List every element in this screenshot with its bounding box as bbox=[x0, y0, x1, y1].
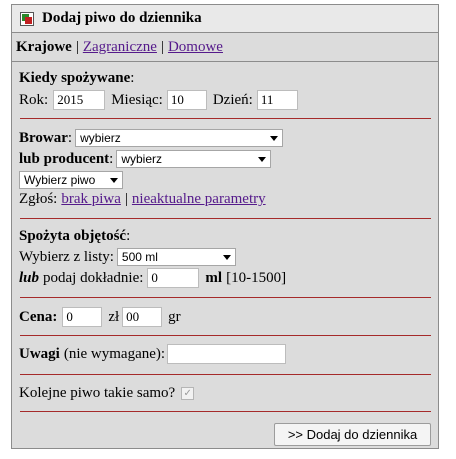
brewery-select[interactable]: wybierz bbox=[75, 129, 284, 147]
chevron-down-icon bbox=[222, 254, 231, 260]
notes-label: Uwagi bbox=[19, 345, 60, 362]
volume-exact-label: podaj dokładnie: bbox=[43, 269, 144, 286]
year-label: Rok: bbox=[19, 91, 49, 108]
repeat-checkbox[interactable]: ✓ bbox=[181, 387, 195, 400]
report-outdated-params-link[interactable]: nieaktualne parametry bbox=[132, 191, 266, 208]
year-input[interactable] bbox=[53, 90, 106, 110]
volume-heading-colon: : bbox=[126, 228, 131, 244]
report-label: Zgłoś: bbox=[19, 191, 58, 207]
chevron-down-icon bbox=[258, 156, 267, 162]
add-beer-icon bbox=[20, 11, 34, 26]
producer-label: lub producent bbox=[19, 150, 110, 167]
tab-domowe[interactable]: Domowe bbox=[168, 39, 223, 56]
notes-input[interactable] bbox=[167, 344, 287, 364]
beer-select[interactable]: Wybierz piwo bbox=[19, 171, 123, 189]
repeat-row: Kolejne piwo takie samo? ✓ bbox=[19, 385, 195, 402]
report-separator: | bbox=[124, 191, 128, 207]
add-to-diary-button[interactable]: >> Dodaj do dziennika bbox=[274, 423, 431, 446]
section-divider bbox=[20, 218, 431, 219]
month-label: Miesiąc: bbox=[111, 91, 163, 108]
day-input[interactable] bbox=[256, 90, 298, 110]
notes-hint: (nie wymagane): bbox=[63, 345, 166, 362]
price-gr-unit: gr bbox=[168, 308, 181, 325]
chevron-down-icon bbox=[270, 135, 279, 141]
price-label: Cena: bbox=[19, 308, 58, 325]
volume-list-label: Wybierz z listy: bbox=[19, 248, 114, 265]
price-zl-unit: zł bbox=[108, 308, 120, 325]
price-row: Cena: zł gr bbox=[19, 307, 181, 327]
repeat-label: Kolejne piwo takie samo? bbox=[19, 385, 176, 401]
producer-row: lub producent: wybierz bbox=[19, 150, 272, 168]
dialog-titlebar: Dodaj piwo do dziennika bbox=[12, 5, 438, 33]
producer-select-value: wybierz bbox=[121, 152, 163, 166]
brewery-row: Browar: wybierz bbox=[19, 129, 284, 147]
origin-tabs: Krajowe | Zagraniczne | Domowe bbox=[12, 33, 438, 62]
section-divider bbox=[20, 118, 431, 119]
volume-list-row: Wybierz z listy: 500 ml bbox=[19, 248, 236, 266]
dialog-title: Dodaj piwo do dziennika bbox=[42, 10, 202, 26]
section-divider bbox=[20, 297, 431, 298]
chevron-down-icon bbox=[110, 177, 118, 183]
volume-range: [10-1500] bbox=[226, 269, 287, 286]
tab-krajowe[interactable]: Krajowe bbox=[16, 39, 72, 56]
beer-select-value: Wybierz piwo bbox=[24, 173, 96, 187]
beer-row: Wybierz piwo bbox=[19, 171, 123, 189]
date-row: Rok: Miesiąc: Dzień: bbox=[19, 90, 298, 110]
section-divider bbox=[20, 411, 431, 412]
brewery-label: Browar bbox=[19, 129, 68, 146]
report-missing-beer-link[interactable]: brak piwa bbox=[61, 191, 121, 208]
tab-separator: | bbox=[160, 38, 164, 55]
tab-separator: | bbox=[75, 38, 79, 55]
section-divider bbox=[20, 335, 431, 336]
price-zl-input[interactable] bbox=[62, 307, 103, 327]
volume-exact-input[interactable] bbox=[147, 268, 200, 288]
volume-select[interactable]: 500 ml bbox=[116, 248, 236, 266]
volume-unit: ml bbox=[205, 269, 223, 286]
volume-select-value: 500 ml bbox=[121, 250, 158, 264]
price-gr-input[interactable] bbox=[122, 307, 163, 327]
when-heading: Kiedy spożywane bbox=[19, 70, 131, 86]
when-heading-row: Kiedy spożywane: bbox=[19, 70, 134, 87]
volume-heading-row: Spożyta objętość : bbox=[19, 228, 130, 245]
notes-row: Uwagi (nie wymagane): bbox=[19, 344, 287, 364]
volume-or-label: lub bbox=[19, 269, 40, 286]
brewery-select-value: wybierz bbox=[80, 131, 121, 145]
add-beer-dialog: Dodaj piwo do dziennika Krajowe | Zagran… bbox=[11, 4, 439, 449]
tab-zagraniczne[interactable]: Zagraniczne bbox=[83, 39, 157, 56]
day-label: Dzień: bbox=[212, 91, 253, 108]
volume-exact-row: lub podaj dokładnie: ml [10-1500] bbox=[19, 268, 286, 288]
report-row: Zgłoś: brak piwa | nieaktualne parametry bbox=[19, 191, 266, 208]
volume-heading: Spożyta objętość bbox=[19, 228, 127, 244]
when-colon: : bbox=[130, 70, 135, 86]
section-divider bbox=[20, 374, 431, 375]
month-input[interactable] bbox=[166, 90, 207, 110]
producer-select[interactable]: wybierz bbox=[116, 150, 272, 168]
checkmark-icon: ✓ bbox=[183, 388, 192, 399]
